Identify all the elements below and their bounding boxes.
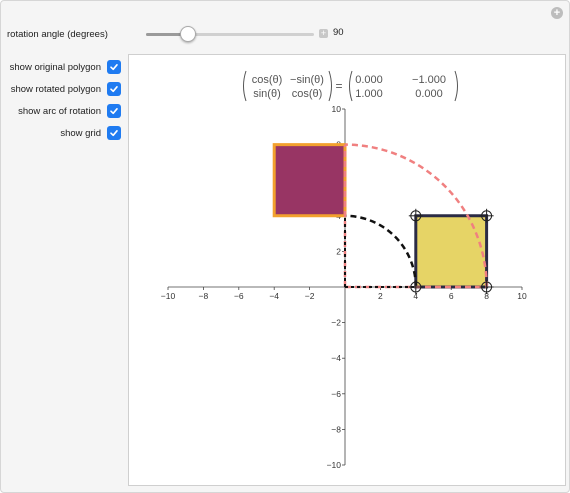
x-tick-label: 10 <box>517 291 527 301</box>
checkbox-label: show arc of rotation <box>18 105 101 117</box>
matrix-right-entry: 0.000 <box>355 74 383 86</box>
checkmark-icon <box>110 130 118 137</box>
arc-inner <box>344 214 418 288</box>
matrix-left-entry: cos(θ) <box>252 74 283 86</box>
checkbox-row[interactable]: show grid <box>60 126 121 140</box>
rotated-polygon <box>272 143 347 218</box>
matrix-right-entry: 1.000 <box>355 88 383 100</box>
x-tick-label: −6 <box>234 291 244 301</box>
app-frame: + rotation angle (degrees) + 90 show ori… <box>0 0 570 493</box>
y-tick-label: 10 <box>332 104 342 114</box>
rotation-angle-label: rotation angle (degrees) <box>7 28 108 40</box>
original-polygon <box>414 214 489 289</box>
checkmark-icon <box>110 64 118 71</box>
checkbox[interactable] <box>107 104 121 118</box>
checkbox[interactable] <box>107 82 121 96</box>
checkbox-row[interactable]: show rotated polygon <box>11 82 121 96</box>
y-tick-label: −8 <box>331 424 341 434</box>
matrix-right-entry: −1.000 <box>412 74 446 86</box>
checkbox[interactable] <box>107 126 121 140</box>
expand-icon[interactable]: + <box>551 7 563 19</box>
y-tick-label: −10 <box>327 460 342 470</box>
y-tick-label: 2 <box>336 246 341 256</box>
x-tick-label: −8 <box>199 291 209 301</box>
rotation-slider[interactable] <box>146 33 314 36</box>
matrix-left-entry: sin(θ) <box>253 88 281 100</box>
y-tick-label: −2 <box>331 318 341 328</box>
x-tick-label: −4 <box>269 291 279 301</box>
plot-panel: cos(θ) −sin(θ) sin(θ) cos(θ) = 0.000 −1.000 1.0… <box>128 54 566 486</box>
matrix-left-open-paren <box>243 70 247 102</box>
y-tick-label: −6 <box>331 389 341 399</box>
matrix-equals: = <box>335 79 342 93</box>
x-tick-label: 6 <box>449 291 454 301</box>
matrix-right-open-paren <box>349 70 353 102</box>
slider-expand-icon[interactable]: + <box>319 29 328 38</box>
checkbox-label: show grid <box>60 127 101 139</box>
checkbox-label: show original polygon <box>9 61 101 73</box>
x-tick-label: −2 <box>305 291 315 301</box>
matrix-right-close-paren <box>454 70 458 102</box>
checkmark-icon <box>110 108 118 115</box>
matrix-left-entry: −sin(θ) <box>290 74 324 86</box>
rotation-plot: cos(θ) −sin(θ) sin(θ) cos(θ) = 0.000 −1.000 1.0… <box>161 70 527 470</box>
matrix-right-entry: 0.000 <box>415 88 443 100</box>
matrix-left-close-paren <box>328 70 332 102</box>
x-tick-label: 2 <box>378 291 383 301</box>
rotation-value: 90 <box>333 27 344 38</box>
checkbox[interactable] <box>107 60 121 74</box>
checkmark-icon <box>110 86 118 93</box>
x-tick-label: −10 <box>161 291 176 301</box>
checkbox-row[interactable]: show original polygon <box>10 60 121 74</box>
matrix-left-entry: cos(θ) <box>292 88 323 100</box>
checkbox-row[interactable]: show arc of rotation <box>18 104 121 118</box>
y-tick-label: −4 <box>331 353 341 363</box>
rotation-control: rotation angle (degrees) <box>7 27 108 41</box>
slider-knob[interactable] <box>180 26 196 42</box>
checkbox-label: show rotated polygon <box>10 83 101 95</box>
